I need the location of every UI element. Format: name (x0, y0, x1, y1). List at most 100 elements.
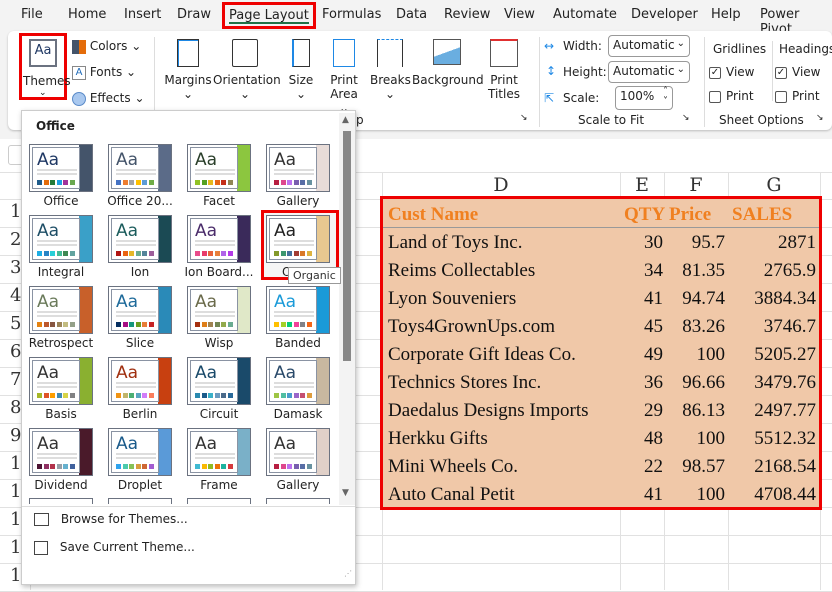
headings-print-checkbox[interactable] (775, 91, 787, 103)
tab-automate[interactable]: Automate (553, 7, 617, 22)
table-cell[interactable]: 2497.77 (754, 400, 816, 422)
theme-droplet[interactable]: Aa (108, 428, 172, 476)
resize-grip-icon[interactable]: ⋰ (344, 569, 352, 578)
tab-insert[interactable]: Insert (124, 7, 161, 22)
theme-facet[interactable]: Aa (187, 144, 251, 192)
tab-page-layout[interactable]: Page Layout (222, 2, 316, 29)
table-cell[interactable]: 81.35 (682, 260, 725, 282)
tab-help[interactable]: Help (711, 7, 741, 22)
table-cell[interactable]: 98.57 (682, 456, 725, 478)
theme-integral[interactable]: Aa (29, 215, 93, 263)
page-setup-launcher-icon[interactable]: ↘ (520, 113, 528, 123)
tab-view[interactable]: View (504, 7, 535, 22)
gallery-scrollbar[interactable]: ▲ ▼ (339, 113, 355, 505)
table-cell[interactable]: Lyon Souveniers (388, 288, 516, 310)
print-titles-button[interactable]: Print Titles (486, 39, 522, 101)
headings-view-checkbox[interactable]: ✓ (775, 67, 787, 79)
table-cell[interactable]: 41 (644, 288, 663, 310)
table-cell[interactable]: 34 (644, 260, 663, 282)
table-cell[interactable]: 96.66 (682, 372, 725, 394)
theme-wisp[interactable]: Aa (187, 286, 251, 334)
theme-office-20-[interactable]: Aa (108, 144, 172, 192)
theme-ion[interactable]: Aa (108, 215, 172, 263)
theme-partial[interactable] (187, 498, 251, 504)
theme-partial[interactable] (108, 498, 172, 504)
sheet-options-launcher-icon[interactable]: ↘ (816, 113, 824, 123)
scroll-down-icon[interactable]: ▼ (342, 488, 349, 498)
column-header-e[interactable]: E (620, 172, 664, 199)
tab-file[interactable]: File (21, 7, 43, 22)
header-cell[interactable]: Price (669, 204, 711, 226)
table-cell[interactable]: 100 (697, 484, 726, 506)
height-select[interactable]: Automatic ⌄ (608, 61, 690, 83)
effects-button[interactable]: Effects ⌄ (72, 91, 145, 106)
theme-damask[interactable]: Aa (266, 357, 330, 405)
table-cell[interactable]: 29 (644, 400, 663, 422)
themes-button[interactable]: Aa Themes ⌄ (19, 33, 71, 100)
size-button[interactable]: Size ⌄ (286, 39, 316, 101)
fonts-button[interactable]: A Fonts ⌄ (72, 65, 136, 80)
width-select[interactable]: Automatic ⌄ (608, 35, 690, 57)
column-header-d[interactable]: D (382, 172, 620, 199)
header-cell[interactable]: SALES (732, 204, 792, 226)
table-cell[interactable]: 36 (644, 372, 663, 394)
table-cell[interactable]: Reims Collectables (388, 260, 535, 282)
theme-retrospect[interactable]: Aa (29, 286, 93, 334)
header-cell[interactable]: QTY (624, 204, 665, 226)
tab-data[interactable]: Data (396, 7, 427, 22)
header-cell[interactable]: Cust Name (388, 204, 478, 226)
table-cell[interactable]: 4708.44 (754, 484, 816, 506)
colors-button[interactable]: Colors ⌄ (72, 39, 141, 54)
scale-spinner[interactable]: 100% ˄ ˅ (615, 86, 673, 110)
tab-draw[interactable]: Draw (177, 7, 211, 22)
table-cell[interactable]: 100 (697, 428, 726, 450)
table-cell[interactable]: Technics Stores Inc. (388, 372, 541, 394)
table-cell[interactable]: 83.26 (682, 316, 725, 338)
gridlines-view-checkbox[interactable]: ✓ (709, 67, 721, 79)
tab-home[interactable]: Home (68, 7, 106, 22)
table-cell[interactable]: 3884.34 (754, 288, 816, 310)
table-cell[interactable]: 41 (644, 484, 663, 506)
table-cell[interactable]: Corporate Gift Ideas Co. (388, 344, 576, 366)
theme-berlin[interactable]: Aa (108, 357, 172, 405)
theme-frame[interactable]: Aa (187, 428, 251, 476)
table-cell[interactable]: Toys4GrownUps.com (388, 316, 555, 338)
table-cell[interactable]: 94.74 (682, 288, 725, 310)
table-cell[interactable]: 2765.9 (764, 260, 816, 282)
table-cell[interactable]: Herkku Gifts (388, 428, 488, 450)
table-cell[interactable]: 48 (644, 428, 663, 450)
table-cell[interactable]: Auto Canal Petit (388, 484, 515, 506)
table-cell[interactable]: 95.7 (692, 232, 725, 254)
orientation-button[interactable]: Orientation ⌄ (213, 39, 281, 101)
scale-launcher-icon[interactable]: ↘ (682, 113, 690, 123)
table-cell[interactable]: 49 (644, 344, 663, 366)
background-button[interactable]: Background (412, 39, 484, 87)
theme-partial[interactable] (29, 498, 93, 504)
scroll-up-icon[interactable]: ▲ (342, 115, 349, 125)
browse-themes-item[interactable]: Browse for Themes... (34, 512, 334, 534)
table-cell[interactable]: 86.13 (682, 400, 725, 422)
tab-review[interactable]: Review (444, 7, 490, 22)
table-cell[interactable]: Land of Toys Inc. (388, 232, 522, 254)
table-cell[interactable]: 3479.76 (754, 372, 816, 394)
table-cell[interactable]: 2168.54 (754, 456, 816, 478)
tab-developer[interactable]: Developer (631, 7, 698, 22)
column-header-g[interactable]: G (728, 172, 820, 199)
table-cell[interactable]: 5512.32 (754, 428, 816, 450)
theme-office[interactable]: Aa (29, 144, 93, 192)
table-cell[interactable]: Mini Wheels Co. (388, 456, 518, 478)
theme-ion-board-[interactable]: Aa (187, 215, 251, 263)
theme-circuit[interactable]: Aa (187, 357, 251, 405)
breaks-button[interactable]: Breaks ⌄ (370, 39, 411, 101)
theme-basis[interactable]: Aa (29, 357, 93, 405)
save-theme-item[interactable]: Save Current Theme... (34, 540, 334, 562)
tab-formulas[interactable]: Formulas (322, 7, 381, 22)
table-cell[interactable]: 3746.7 (764, 316, 816, 338)
scrollbar-thumb[interactable] (343, 131, 351, 361)
table-cell[interactable]: 22 (644, 456, 663, 478)
table-cell[interactable]: 5205.27 (754, 344, 816, 366)
table-cell[interactable]: 2871 (778, 232, 816, 254)
theme-banded[interactable]: Aa (266, 286, 330, 334)
margins-button[interactable]: Margins ⌄ (163, 39, 213, 105)
theme-slice[interactable]: Aa (108, 286, 172, 334)
